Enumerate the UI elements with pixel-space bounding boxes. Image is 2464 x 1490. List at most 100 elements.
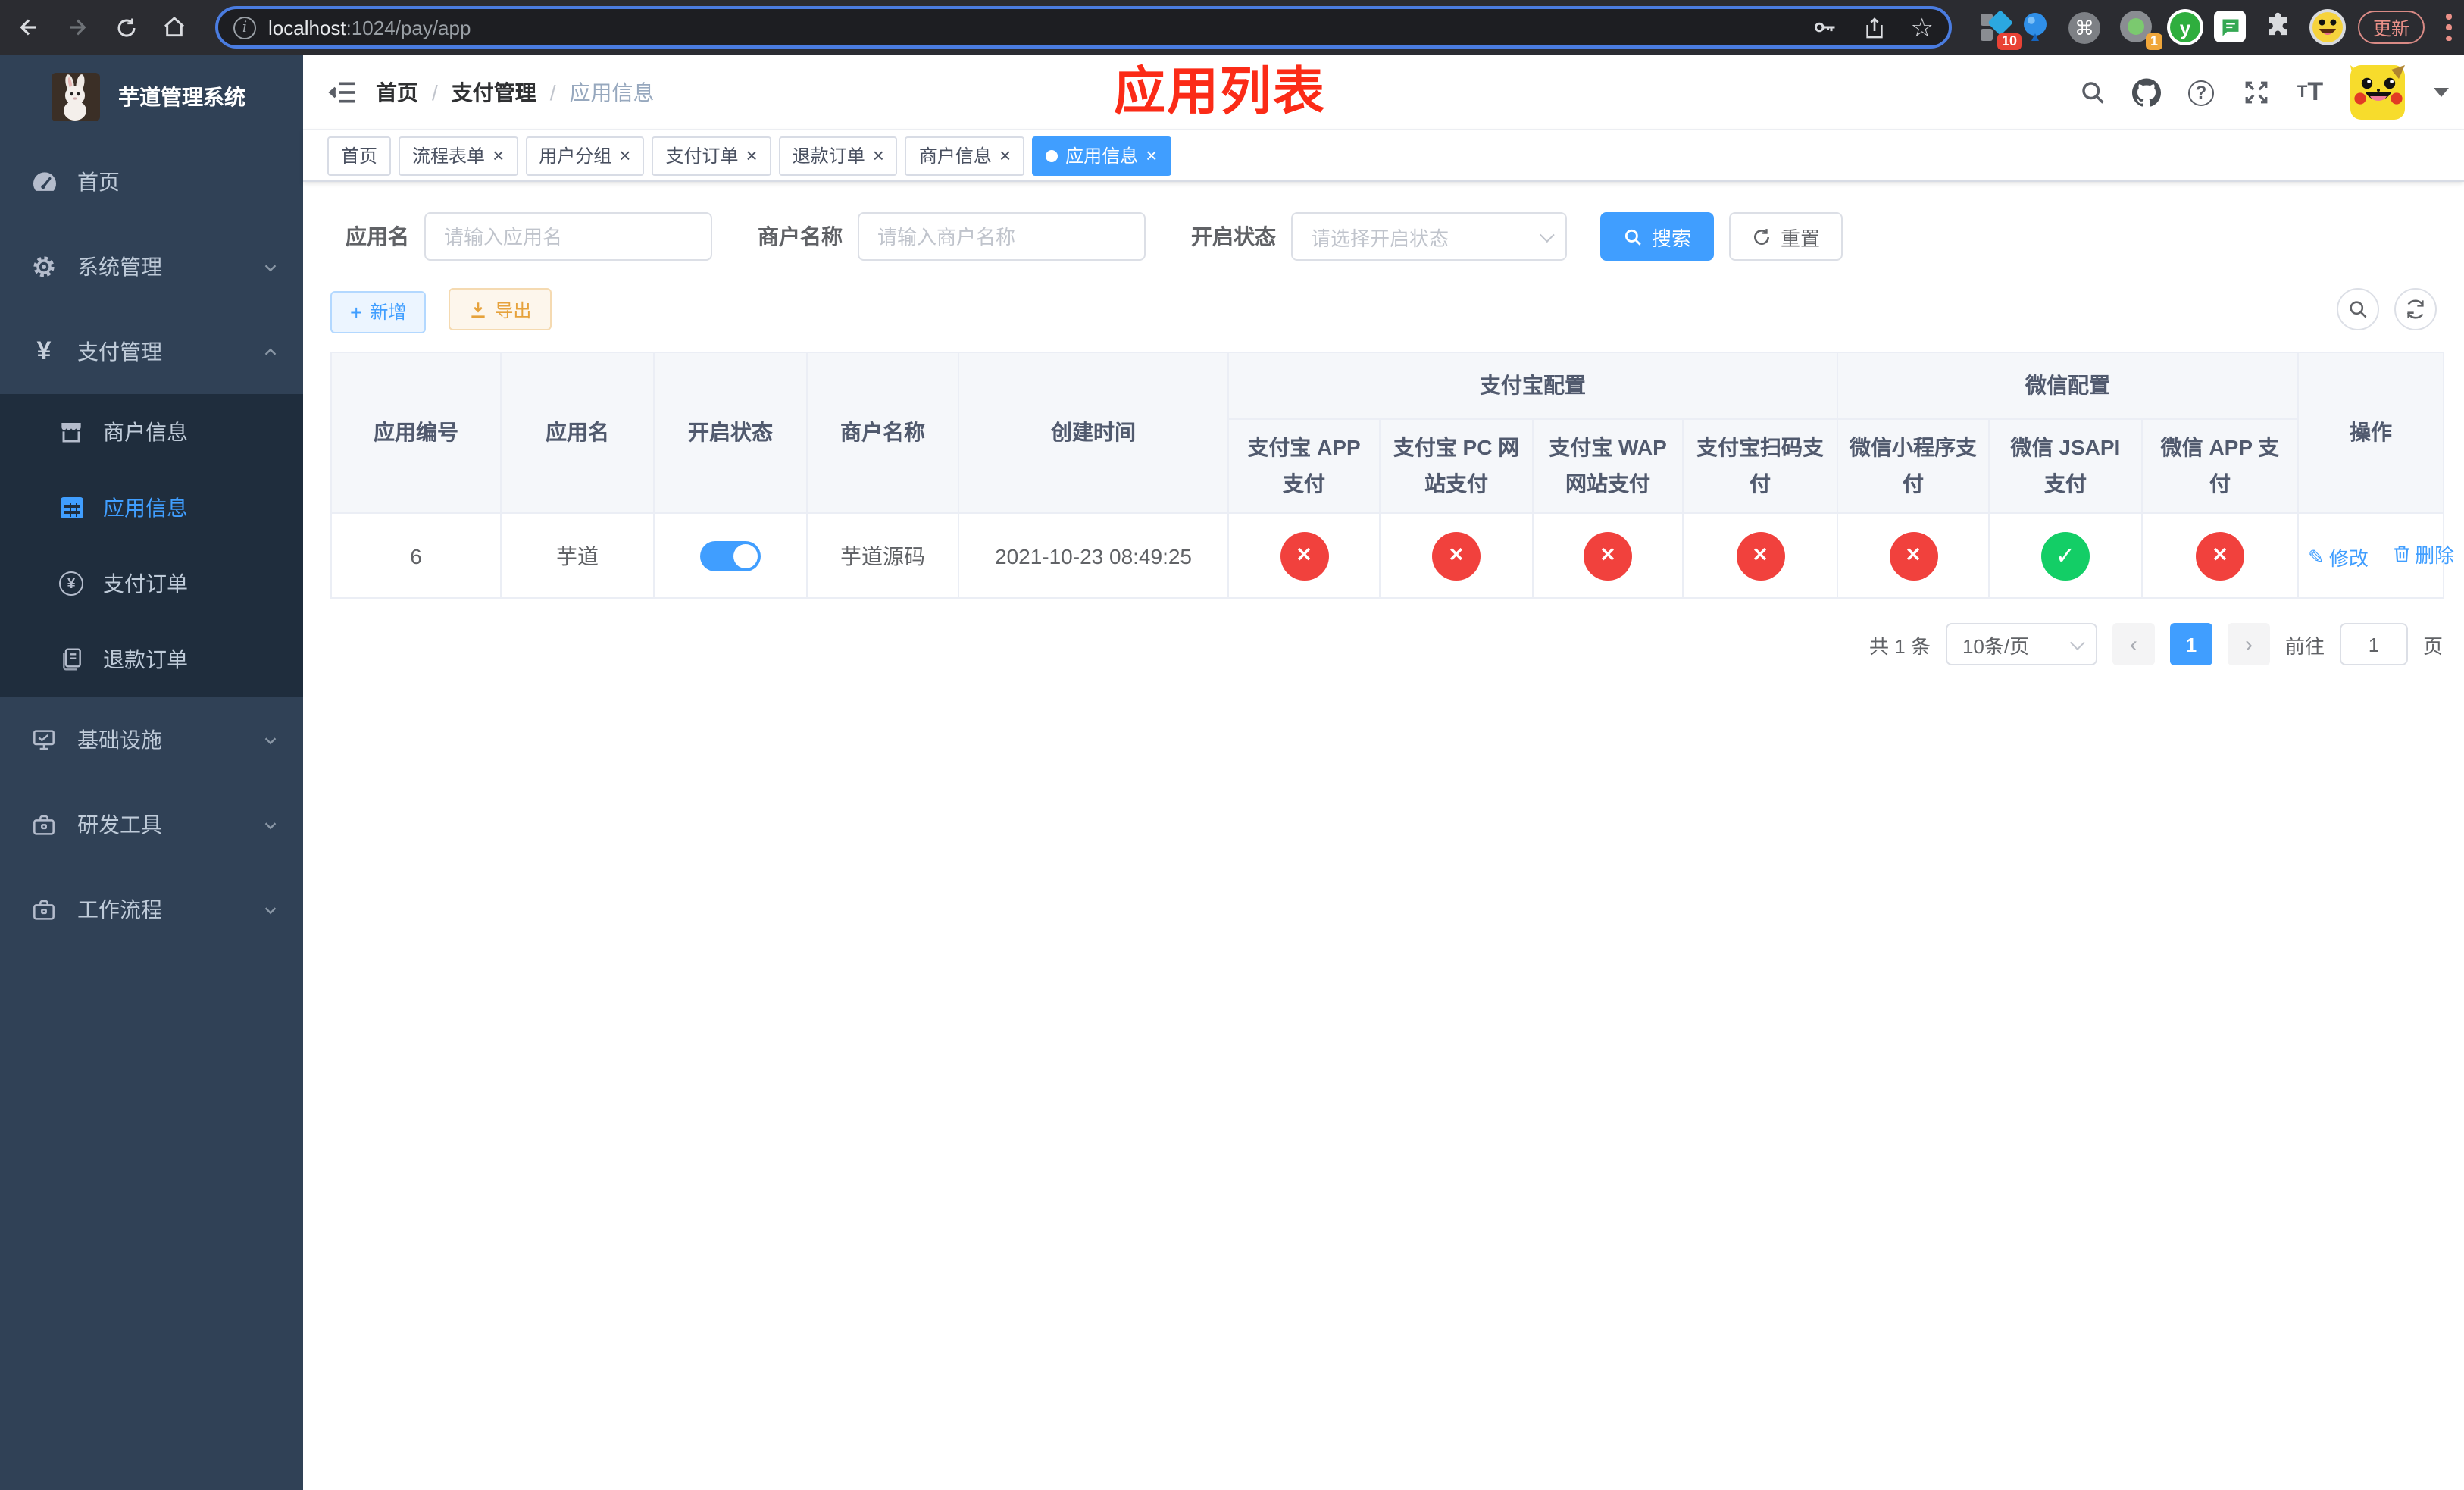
col-alipay-wap: 支付宝 WAP 网站支付 <box>1532 418 1684 514</box>
extension-chat-icon[interactable] <box>2214 11 2246 42</box>
sidebar-item-merchant-info[interactable]: 商户信息 <box>0 394 303 470</box>
extension-grid-diamond-icon[interactable]: 10 <box>1979 10 2022 50</box>
close-icon[interactable]: × <box>492 146 504 165</box>
tab-merchant-info[interactable]: 商户信息 × <box>905 136 1025 175</box>
col-status: 开启状态 <box>653 352 808 514</box>
refresh-icon <box>1754 228 1769 244</box>
app-title: 芋道管理系统 <box>118 85 245 109</box>
current-page-button[interactable]: 1 <box>2169 623 2212 665</box>
search-icon <box>1624 228 1641 245</box>
filter-form: 应用名 商户名称 开启状态 请选择开启状态 搜索 重置 <box>303 182 2464 261</box>
breadcrumb-home[interactable]: 首页 <box>376 77 418 108</box>
toolbox-icon <box>30 813 58 836</box>
status-select[interactable]: 请选择开启状态 <box>1291 212 1567 261</box>
user-avatar[interactable] <box>2350 65 2405 120</box>
shop-icon <box>58 420 85 444</box>
col-wechat-mini: 微信小程序支付 <box>1837 418 1990 514</box>
browser-forward-icon[interactable] <box>64 14 91 41</box>
site-info-icon[interactable]: i <box>233 16 256 39</box>
sidebar-item-app-info[interactable]: 应用信息 <box>0 470 303 546</box>
goto-page-input[interactable] <box>2339 623 2408 665</box>
tab-home[interactable]: 首页 <box>327 136 392 175</box>
col-app-id: 应用编号 <box>330 352 502 514</box>
close-icon[interactable]: × <box>746 146 758 165</box>
toggle-search-button[interactable] <box>2337 288 2379 330</box>
profile-emoji-avatar[interactable] <box>2309 9 2346 45</box>
prev-page-button[interactable]: ‹ <box>2112 623 2155 665</box>
delete-button[interactable]: 删除 <box>2392 540 2454 568</box>
browser-back-icon[interactable] <box>15 14 42 41</box>
group-wechat-config: 微信配置 <box>1837 352 2299 420</box>
chevron-down-icon <box>262 731 279 748</box>
enabled-switch[interactable] <box>700 540 761 571</box>
help-icon[interactable]: ? <box>2187 78 2215 107</box>
extension-recorder-icon[interactable]: 1 <box>2120 11 2162 50</box>
next-page-button[interactable]: › <box>2227 623 2270 665</box>
sidebar-fold-icon[interactable] <box>327 77 358 108</box>
extensions-puzzle-icon[interactable] <box>2264 12 2297 45</box>
sidebar-item-payment[interactable]: ¥ 支付管理 <box>0 309 303 394</box>
font-size-icon[interactable]: TT <box>2296 77 2325 107</box>
status-badge: × <box>1432 531 1481 580</box>
edit-button[interactable]: ✎ 修改 <box>2308 543 2369 572</box>
yen-icon: ¥ <box>36 337 52 365</box>
download-icon <box>471 302 484 317</box>
search-icon[interactable] <box>2078 78 2106 107</box>
avatar-dropdown-caret-icon[interactable] <box>2434 88 2449 97</box>
sidebar-item-home[interactable]: 首页 <box>0 139 303 224</box>
address-bar[interactable]: i localhost:1024/pay/app ☆ <box>215 6 1952 49</box>
browser-menu-icon[interactable] <box>2446 14 2452 41</box>
reset-button[interactable]: 重置 <box>1729 212 1843 261</box>
export-button[interactable]: 导出 <box>448 288 552 330</box>
page-title: 应用列表 <box>1114 64 1326 121</box>
refresh-button[interactable] <box>2394 288 2437 330</box>
sidebar-item-workflow[interactable]: 工作流程 <box>0 867 303 952</box>
status-badge: × <box>1584 531 1632 580</box>
app-name-label: 应用名 <box>346 224 409 249</box>
close-icon[interactable]: × <box>873 146 884 165</box>
app-name-input[interactable] <box>424 212 712 261</box>
fullscreen-icon[interactable] <box>2241 78 2270 107</box>
sidebar-item-system[interactable]: 系统管理 <box>0 224 303 309</box>
extension-command-icon[interactable]: ⌘ <box>2068 12 2100 44</box>
merchant-name-input[interactable] <box>858 212 1146 261</box>
status-badge: × <box>1280 531 1328 580</box>
chevron-down-icon <box>1539 227 1555 243</box>
tab-process-form[interactable]: 流程表单 × <box>399 136 518 175</box>
document-icon <box>58 647 85 671</box>
bookmark-star-icon[interactable]: ☆ <box>1911 14 1934 40</box>
github-icon[interactable] <box>2132 78 2161 107</box>
app-logo-row[interactable]: 芋道管理系统 <box>0 55 303 139</box>
table-toolbar: + 新增 导出 <box>330 288 2437 333</box>
page-size-select[interactable]: 10条/页 <box>1945 623 2097 665</box>
search-button[interactable]: 搜索 <box>1600 212 1715 261</box>
password-key-icon[interactable] <box>1811 14 1838 41</box>
browser-reload-icon[interactable] <box>112 14 139 41</box>
sidebar-item-infrastructure[interactable]: 基础设施 <box>0 697 303 782</box>
col-wechat-app: 微信 APP 支付 <box>2141 418 2299 514</box>
close-icon[interactable]: × <box>619 146 630 165</box>
extension-balloon-icon[interactable] <box>2020 11 2053 44</box>
browser-home-icon[interactable] <box>161 14 188 41</box>
close-icon[interactable]: × <box>1146 146 1157 165</box>
share-icon[interactable] <box>1862 14 1887 40</box>
cell-app-id: 6 <box>330 512 502 599</box>
sidebar-item-devtools[interactable]: 研发工具 <box>0 782 303 867</box>
gear-icon <box>30 255 58 279</box>
tab-refund-order[interactable]: 退款订单 × <box>778 136 898 175</box>
tab-pay-order[interactable]: 支付订单 × <box>652 136 771 175</box>
main-content: 首页 / 支付管理 / 应用信息 应用列表 ? TT 首页 流程表单 × 用户分… <box>303 55 2464 1490</box>
sidebar-item-refund-order[interactable]: 退款订单 <box>0 621 303 697</box>
add-button[interactable]: + 新增 <box>330 290 427 333</box>
status-label: 开启状态 <box>1191 224 1276 249</box>
cell-created: 2021-10-23 08:49:25 <box>958 512 1229 599</box>
sidebar-item-pay-order[interactable]: ¥ 支付订单 <box>0 546 303 621</box>
total-count: 共 1 条 <box>1869 634 1931 657</box>
breadcrumb-payment[interactable]: 支付管理 <box>452 77 536 108</box>
col-operations: 操作 <box>2297 352 2444 514</box>
close-icon[interactable]: × <box>999 146 1011 165</box>
extension-y-icon[interactable]: y <box>2167 9 2203 45</box>
tab-user-group[interactable]: 用户分组 × <box>525 136 645 175</box>
tab-app-info[interactable]: 应用信息 × <box>1032 136 1171 175</box>
browser-update-button[interactable]: 更新 <box>2357 11 2425 44</box>
